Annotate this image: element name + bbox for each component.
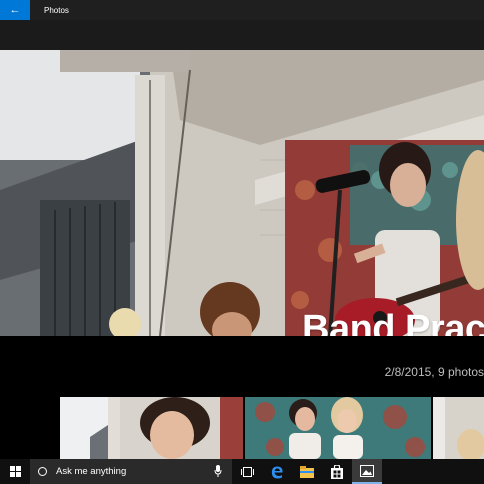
edge-button[interactable] [262,459,292,484]
thumbnail-image [433,397,484,459]
start-button[interactable] [0,459,30,484]
back-button[interactable]: ← [0,0,30,20]
search-placeholder: Ask me anything [56,466,127,477]
cortana-icon [38,467,47,476]
taskbar: Ask me anything [0,459,484,484]
hero-photo [0,50,484,336]
windows-start-icon [9,466,21,477]
thumbnail-strip [0,396,484,459]
store-icon [331,464,343,479]
photo-thumbnail-1[interactable] [60,397,243,459]
file-explorer-icon [300,465,314,478]
edge-browser-icon [271,466,283,478]
cortana-search-box[interactable]: Ask me anything [30,459,232,484]
task-view-icon [240,466,254,477]
microphone-icon[interactable] [214,465,222,477]
album-hero-image[interactable]: Band Prac [0,50,484,336]
back-arrow-icon: ← [9,4,21,16]
photo-thumbnail-3[interactable] [433,397,484,459]
title-bar: ← Photos [0,0,484,20]
task-view-button[interactable] [232,459,262,484]
app-title: Photos [44,5,69,15]
store-button[interactable] [322,459,352,484]
photo-thumbnail-2[interactable] [245,397,431,459]
thumbnail-image [60,397,243,459]
album-meta: 2/8/2015, 9 photos [384,365,484,379]
photos-taskbar-button[interactable] [352,459,382,484]
thumbnail-image [245,397,431,459]
file-explorer-button[interactable] [292,459,322,484]
photos-app-icon [360,464,374,477]
album-title: Band Prac [302,308,484,336]
app-bar [0,20,484,50]
